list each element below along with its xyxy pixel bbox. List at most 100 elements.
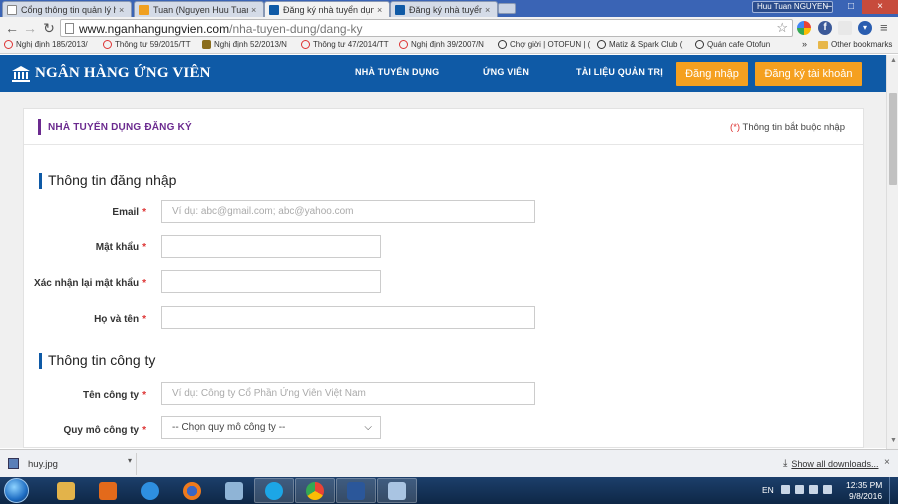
show-all-downloads-link[interactable]: ⤓ Show all downloads... (783, 458, 878, 469)
browser-menu-icon[interactable]: ≡ (880, 20, 888, 35)
bookmark-label: Nghị định 39/2007/N (411, 40, 484, 49)
taskbar-internet-explorer[interactable] (130, 478, 170, 503)
internet-explorer-icon (141, 481, 159, 500)
taskbar-word[interactable] (336, 478, 376, 503)
full-name-input[interactable] (161, 306, 535, 329)
close-tab-icon[interactable]: × (377, 5, 385, 15)
other-bookmarks-folder[interactable]: Other bookmarks (818, 40, 892, 49)
section-company-title: Thông tin công ty (48, 352, 156, 368)
windows-taskbar: EN 12:35 PM 9/8/2016 (0, 477, 898, 504)
taskbar-media-player[interactable] (88, 478, 128, 503)
forward-arrow-icon[interactable]: → (22, 20, 38, 36)
page-scrollbar[interactable]: ▲ ▼ (886, 55, 898, 449)
chrome-extension-icon[interactable] (797, 21, 811, 35)
bookmark-item[interactable]: Thông tư 59/2015/TT (103, 40, 191, 49)
taskbar-firefox[interactable] (172, 478, 212, 503)
required-star: * (142, 207, 146, 218)
required-mark: (*) (730, 122, 741, 133)
bookmark-item[interactable]: Chợ giời | OTOFUN | ( (498, 40, 590, 49)
minimize-button[interactable]: – (818, 0, 840, 14)
login-button[interactable]: Đăng nhập (676, 62, 748, 86)
form-header: NHÀ TUYỂN DỤNG ĐĂNG KÝ (*) Thông tin bắt… (24, 109, 863, 145)
volume-icon[interactable] (823, 485, 832, 494)
blogger-icon (139, 4, 149, 15)
page-icon (65, 23, 74, 34)
new-tab-button[interactable] (498, 3, 516, 14)
close-window-button[interactable]: × (862, 0, 898, 14)
required-note: (*) Thông tin bắt buộc nhập (730, 122, 845, 133)
close-tab-icon[interactable]: × (485, 5, 493, 15)
taskbar-app[interactable] (214, 478, 254, 503)
nav-docs-link[interactable]: TÀI LIỆU QUẢN TRỊ (576, 67, 663, 77)
bookmarks-bar: Nghị định 185/2013/ Thông tư 59/2015/TT … (0, 39, 898, 54)
company-name-input[interactable]: Ví dụ: Công ty Cổ Phần Ứng Viên Việt Nam (161, 382, 535, 405)
steering-wheel-icon (695, 40, 704, 49)
logo-text: NGÂN HÀNG ỨNG VIÊN (35, 65, 211, 81)
browser-tab[interactable]: Tuan (Nguyen Huu Tuan) × (134, 1, 264, 17)
tray-arrow-icon[interactable] (781, 485, 790, 494)
no-entry-icon (399, 40, 408, 49)
taskbar-chrome[interactable] (295, 478, 335, 503)
reload-icon[interactable]: ↻ (41, 20, 57, 36)
close-shelf-icon[interactable]: × (884, 457, 890, 468)
browser-tab[interactable]: Đăng ký nhà tuyển dụng × (390, 1, 498, 17)
browser-tab-active[interactable]: Đăng ký nhà tuyển dụng × (264, 1, 390, 17)
url-text[interactable]: www.nganhangungvien.com/nha-tuyen-dung/d… (79, 22, 363, 36)
taskbar-explorer[interactable] (46, 478, 86, 503)
bookmark-item[interactable]: Thông tư 47/2014/TT (301, 40, 389, 49)
site-logo[interactable]: NGÂN HÀNG ỨNG VIÊN (12, 65, 211, 82)
download-shelf: huy.jpg ▾ ⤓ Show all downloads... × (0, 449, 898, 477)
flag-icon[interactable] (809, 485, 818, 494)
system-tray[interactable] (781, 485, 832, 494)
no-entry-icon (301, 40, 310, 49)
password-input[interactable] (161, 235, 381, 258)
close-tab-icon[interactable]: × (119, 5, 127, 15)
scrollbar-thumb[interactable] (889, 93, 897, 185)
facebook-icon[interactable]: f (818, 21, 832, 35)
network-icon[interactable] (795, 485, 804, 494)
confirm-password-input[interactable] (161, 270, 381, 293)
no-entry-icon (103, 40, 112, 49)
scroll-up-icon[interactable]: ▲ (890, 57, 897, 64)
bank-icon (395, 4, 405, 15)
bookmark-item[interactable]: Nghị định 52/2013/N (202, 40, 287, 49)
tab-label: Cổng thông tin quản lý h (21, 4, 116, 15)
bookmark-label: Quán cafe Otofun (707, 40, 771, 49)
register-button[interactable]: Đăng ký tài khoản (755, 62, 862, 86)
required-star: * (142, 242, 146, 253)
back-arrow-icon[interactable]: ← (4, 20, 20, 36)
company-size-select[interactable]: -- Chọn quy mô công ty -- ⌵ (161, 416, 381, 439)
bookmark-item[interactable]: Matiz & Spark Club ( (597, 40, 682, 49)
confirm-password-label-text: Xác nhận lại mật khẩu (34, 278, 140, 289)
nav-employer-link[interactable]: NHÀ TUYỂN DỤNG (355, 67, 439, 77)
bookmarks-overflow-icon[interactable]: » (802, 39, 807, 49)
bookmark-star-icon[interactable]: ☆ (776, 20, 788, 36)
email-label: Email * (112, 207, 146, 218)
password-label: Mật khẩu * (96, 242, 146, 253)
download-item[interactable]: huy.jpg ▾ (4, 453, 137, 475)
clock-date[interactable]: 9/8/2016 (849, 491, 882, 501)
bookmark-item[interactable]: Nghị định 39/2007/N (399, 40, 484, 49)
bookmark-item[interactable]: Nghị định 185/2013/ (4, 40, 88, 49)
scroll-down-icon[interactable]: ▼ (890, 437, 897, 444)
close-tab-icon[interactable]: × (251, 5, 259, 15)
email-input[interactable]: Ví dụ: abc@gmail.com; abc@yahoo.com (161, 200, 535, 223)
show-desktop-button[interactable] (889, 477, 898, 504)
language-indicator[interactable]: EN (762, 485, 774, 495)
extension-dropdown-icon[interactable]: ▾ (858, 21, 872, 35)
download-menu-icon[interactable]: ▾ (128, 456, 132, 465)
company-name-label: Tên công ty * (83, 390, 146, 401)
browser-tab[interactable]: Cổng thông tin quản lý h × (2, 1, 132, 17)
start-button[interactable] (4, 478, 29, 503)
address-bar[interactable]: www.nganhangungvien.com/nha-tuyen-dung/d… (60, 19, 793, 37)
maximize-button[interactable]: □ (840, 0, 862, 14)
media-player-icon (99, 481, 117, 500)
dropbox-icon[interactable] (838, 21, 852, 35)
bookmark-item[interactable]: Quán cafe Otofun (695, 40, 770, 49)
taskbar-window[interactable] (377, 478, 417, 503)
bookmark-label: Nghị định 185/2013/ (16, 40, 88, 49)
nav-candidate-link[interactable]: ỨNG VIÊN (483, 67, 529, 77)
clock-time[interactable]: 12:35 PM (846, 480, 882, 490)
section-accent-bar (39, 173, 42, 189)
taskbar-skype[interactable] (254, 478, 294, 503)
